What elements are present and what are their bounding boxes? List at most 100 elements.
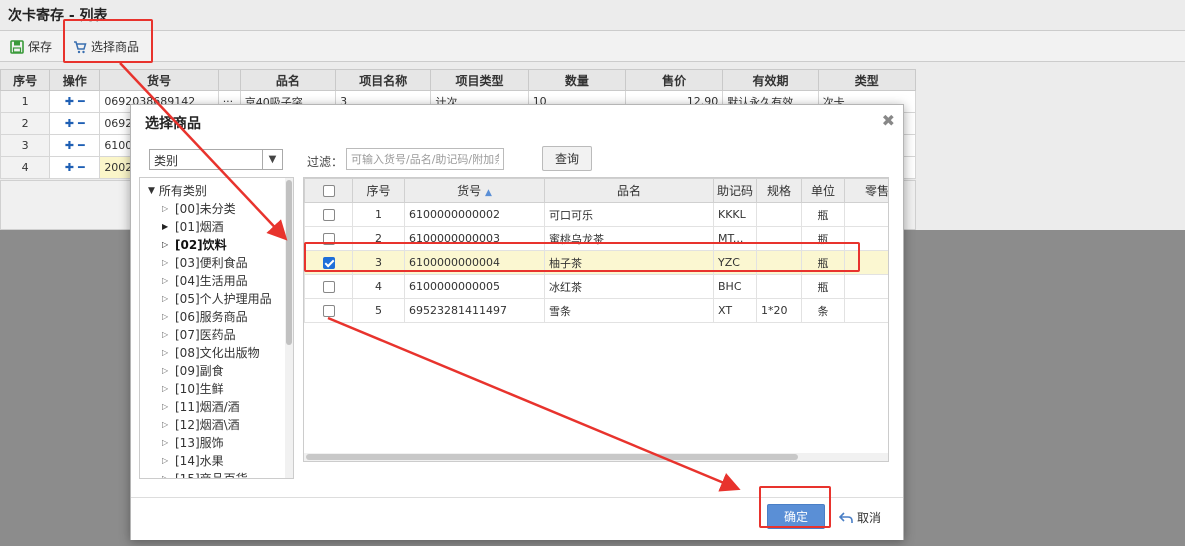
collapsed-triangle-icon[interactable]: ▷	[162, 398, 170, 416]
tree-item[interactable]: ▷ [04]生活用品	[162, 272, 272, 290]
add-row-icon[interactable]: ✚	[65, 161, 74, 174]
page-title: 次卡寄存 - 列表	[8, 8, 108, 24]
collapsed-triangle-icon[interactable]: ▷	[162, 470, 170, 478]
col-name: 品名	[544, 178, 714, 203]
tree-item[interactable]: ▷ [11]烟酒/酒	[162, 398, 272, 416]
collapsed-triangle-icon[interactable]: ▷	[162, 272, 170, 290]
tree-item[interactable]: ▷ [12]烟酒\酒	[162, 416, 272, 434]
collapsed-triangle-icon[interactable]: ▷	[162, 380, 170, 398]
tree-item[interactable]: ▶ [01]烟酒	[162, 218, 272, 236]
table-row[interactable]: 5 69523281411497 雪条 XT 1*20 条	[304, 298, 888, 323]
select-product-button[interactable]: 选择商品	[73, 38, 139, 55]
expanded-triangle-icon[interactable]: ▼	[148, 186, 155, 196]
row-unit: 瓶	[801, 250, 845, 275]
tree-item[interactable]: ▷ [08]文化出版物	[162, 344, 272, 362]
table-row[interactable]: 1 6100000000002 可口可乐 KKKL 瓶	[304, 202, 888, 227]
row-num: 2	[0, 112, 51, 135]
row-spec	[756, 274, 802, 299]
row-unit: 瓶	[801, 226, 845, 251]
row-ops[interactable]: ✚ ━	[49, 134, 101, 157]
collapsed-triangle-icon[interactable]: ▷	[162, 200, 170, 218]
row-name: 柚子茶	[544, 250, 714, 275]
row-ops[interactable]: ✚ ━	[49, 90, 101, 113]
cancel-button[interactable]: 取消	[839, 509, 881, 526]
chevron-down-icon[interactable]: ▼	[262, 150, 282, 169]
close-icon[interactable]: ✖	[882, 111, 895, 130]
row-checkbox[interactable]	[322, 305, 335, 317]
remove-row-icon[interactable]: ━	[78, 161, 85, 174]
tree-item[interactable]: ▷ [05]个人护理用品	[162, 290, 272, 308]
table-row[interactable]: 2 6100000000003 蜜桃乌龙茶 MT... 瓶	[304, 226, 888, 251]
row-mnemonic: MT...	[713, 226, 757, 251]
tree-item[interactable]: ▷ [03]便利食品	[162, 254, 272, 272]
add-row-icon[interactable]: ✚	[65, 117, 74, 130]
row-check-cell[interactable]	[304, 298, 353, 323]
query-button[interactable]: 查询	[542, 146, 592, 171]
tree-item[interactable]: ▷ [09]副食	[162, 362, 272, 380]
col-spec: 规格	[756, 178, 802, 203]
save-button[interactable]: 保存	[10, 38, 52, 55]
tree-scrollbar-thumb[interactable]	[286, 180, 292, 345]
row-spec	[756, 226, 802, 251]
row-checkbox[interactable]	[322, 209, 335, 221]
col-project-type: 项目类型	[430, 69, 529, 91]
collapsed-triangle-icon[interactable]: ▷	[162, 236, 170, 254]
collapsed-triangle-icon[interactable]: ▷	[162, 290, 170, 308]
tree-item-label: [14]水果	[175, 454, 224, 468]
table-row-selected[interactable]: 3 6100000000004 柚子茶 YZC 瓶	[304, 250, 888, 275]
row-checkbox-checked[interactable]	[322, 257, 335, 269]
remove-row-icon[interactable]: ━	[78, 139, 85, 152]
row-seq: 4	[352, 274, 405, 299]
collapsed-triangle-icon[interactable]: ▷	[162, 434, 170, 452]
collapsed-triangle-icon[interactable]: ▷	[162, 254, 170, 272]
row-check-cell[interactable]	[304, 274, 353, 299]
tree-item[interactable]: ▷ [15]商品百货	[162, 470, 272, 478]
tree-item-label: [04]生活用品	[175, 274, 248, 288]
row-name: 蜜桃乌龙茶	[544, 226, 714, 251]
grid-hscrollbar[interactable]	[304, 453, 888, 461]
table-row[interactable]: 4 6100000000005 冰红茶 BHC 瓶	[304, 274, 888, 299]
filter-input[interactable]	[346, 148, 504, 170]
add-row-icon[interactable]: ✚	[65, 95, 74, 108]
tree-item[interactable]: ▷ [00]未分类	[162, 200, 272, 218]
col-op: 操作	[49, 69, 101, 91]
remove-row-icon[interactable]: ━	[78, 95, 85, 108]
tree-item[interactable]: ▷ [13]服饰	[162, 434, 272, 452]
collapsed-triangle-icon[interactable]: ▶	[162, 218, 170, 236]
select-all-cell[interactable]	[304, 178, 353, 203]
row-check-cell[interactable]	[304, 250, 353, 275]
select-all-checkbox[interactable]	[322, 185, 335, 197]
tree-list: ▷ [00]未分类 ▶ [01]烟酒 ▷ [02]饮料 ▷ [03]便利食品 ▷ [04]…	[162, 200, 272, 478]
row-ops[interactable]: ✚ ━	[49, 156, 101, 179]
collapsed-triangle-icon[interactable]: ▷	[162, 362, 170, 380]
tree-item-label: [08]文化出版物	[175, 346, 260, 360]
col-price: 售价	[624, 69, 724, 91]
col-code[interactable]: 货号 ▲	[404, 178, 545, 203]
confirm-button[interactable]: 确定	[767, 504, 825, 529]
collapsed-triangle-icon[interactable]: ▷	[162, 452, 170, 470]
category-select[interactable]: 类别 ▼	[149, 149, 283, 170]
row-check-cell[interactable]	[304, 202, 353, 227]
remove-row-icon[interactable]: ━	[78, 117, 85, 130]
tree-item[interactable]: ▷ [10]生鲜	[162, 380, 272, 398]
grid-hscrollbar-thumb[interactable]	[306, 454, 798, 460]
sort-asc-icon: ▲	[484, 188, 492, 198]
collapsed-triangle-icon[interactable]: ▷	[162, 308, 170, 326]
tree-item[interactable]: ▷ [06]服务商品	[162, 308, 272, 326]
tree-item-label: [13]服饰	[175, 436, 224, 450]
collapsed-triangle-icon[interactable]: ▷	[162, 326, 170, 344]
tree-item[interactable]: ▷ [07]医药品	[162, 326, 272, 344]
tree-item-selected[interactable]: ▷ [02]饮料	[162, 236, 272, 254]
row-checkbox[interactable]	[322, 233, 335, 245]
row-name: 雪条	[544, 298, 714, 323]
collapsed-triangle-icon[interactable]: ▷	[162, 416, 170, 434]
tree-item[interactable]: ▷ [14]水果	[162, 452, 272, 470]
row-ops[interactable]: ✚ ━	[49, 112, 101, 135]
add-row-icon[interactable]: ✚	[65, 139, 74, 152]
row-checkbox[interactable]	[322, 281, 335, 293]
tree-scrollbar[interactable]	[285, 178, 293, 478]
row-spec: 1*20	[756, 298, 802, 323]
row-check-cell[interactable]	[304, 226, 353, 251]
tree-root[interactable]: ▼ 所有类别	[148, 182, 207, 199]
collapsed-triangle-icon[interactable]: ▷	[162, 344, 170, 362]
